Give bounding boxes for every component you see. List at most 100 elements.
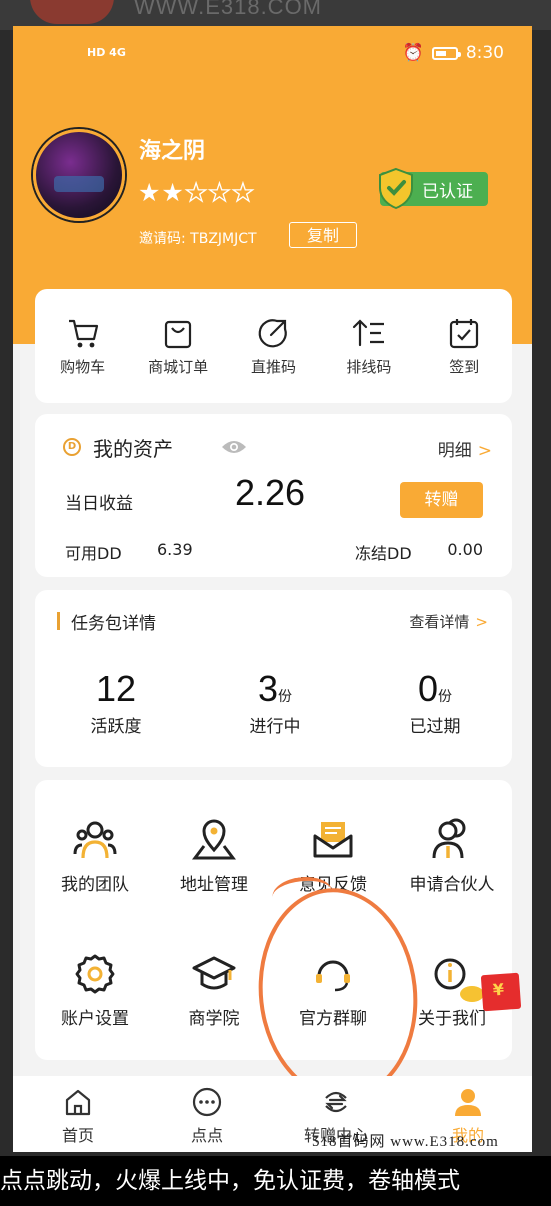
home-icon — [65, 1089, 91, 1116]
assets-detail-link[interactable]: 明细 > — [438, 436, 492, 461]
stat-activity: 12 活跃度 — [56, 668, 176, 737]
tab-label: 首页 — [61, 1126, 94, 1145]
quick-action-label: 直推码 — [250, 358, 296, 376]
transfer-button[interactable]: 转赠 — [400, 482, 483, 518]
detail-label: 明细 — [437, 441, 472, 461]
star-filled-icon: ★ — [138, 178, 162, 207]
tasks-title: 任务包详情 — [71, 614, 156, 634]
tab-home[interactable]: 首页 — [33, 1086, 123, 1146]
stat-value: 3 — [257, 668, 279, 709]
assets-title: 我的资产 — [93, 437, 173, 461]
exchange-icon — [325, 1091, 347, 1113]
dd-coin-icon: D — [63, 438, 81, 456]
chevron-right-icon: > — [477, 441, 492, 461]
quick-action-cart[interactable]: 购物车 — [38, 315, 128, 377]
star-empty-icon: ★ — [184, 177, 209, 207]
mail-icon — [313, 822, 353, 858]
status-bar: HD 4G ⏰ 8:30 — [13, 26, 532, 84]
quick-action-line-code[interactable]: 排线码 — [324, 315, 414, 377]
quick-action-label: 签到 — [449, 358, 480, 376]
stat-expired: 0份 已过期 — [375, 668, 495, 737]
tab-diandian[interactable]: 点点 — [162, 1086, 252, 1146]
service-account-settings[interactable]: 账户设置 — [35, 950, 155, 1029]
tasks-card: 任务包详情 查看详情 > 12 活跃度 3份 进行中 0份 已过期 — [35, 590, 512, 767]
graduation-cap-icon — [192, 956, 236, 990]
settings-gear-icon — [75, 954, 115, 994]
watermark-top: WWW.E318.COM — [134, 0, 323, 19]
service-label: 申请合伙人 — [409, 875, 495, 895]
service-label: 地址管理 — [180, 875, 248, 895]
shopping-bag-icon — [164, 320, 192, 349]
quick-action-label: 排线码 — [346, 358, 392, 376]
stat-label: 已过期 — [409, 717, 461, 737]
service-feedback[interactable]: 意见反馈 — [273, 816, 393, 895]
service-business-school[interactable]: 商学院 — [154, 950, 274, 1029]
service-my-team[interactable]: 我的团队 — [35, 816, 155, 895]
shield-check-icon — [379, 167, 413, 210]
eye-icon[interactable] — [221, 439, 247, 455]
quick-action-label: 购物车 — [60, 358, 106, 376]
location-pin-icon — [192, 819, 236, 860]
section-accent-bar — [57, 612, 60, 630]
cart-icon — [68, 319, 98, 348]
battery-icon — [431, 46, 461, 60]
watermark-bottom: 518首码网 www.E318.com — [312, 1134, 499, 1150]
stat-label: 进行中 — [249, 717, 301, 737]
partner-icon — [432, 818, 466, 859]
service-label: 商学院 — [188, 1009, 240, 1029]
clock: 8:30 — [465, 43, 504, 63]
rating-stars: ★★★★★ — [138, 177, 256, 207]
backdrop-logo — [30, 0, 114, 24]
alarm-icon: ⏰ — [402, 43, 424, 63]
team-icon — [73, 821, 117, 859]
stat-value: 12 — [95, 668, 137, 709]
quick-action-check-in[interactable]: 签到 — [419, 315, 509, 377]
dots-circle-icon — [192, 1087, 222, 1117]
today-earnings-label: 当日收益 — [65, 494, 133, 514]
gold-coin-decoration — [460, 986, 484, 1002]
tasks-detail-link[interactable]: 查看详情 > — [409, 611, 488, 632]
arrow-up-right-circle-icon — [259, 319, 288, 348]
phone-screen: HD 4G ⏰ 8:30 海之阴 ★★★★★ 已认证 邀请码: TBZJMJCT… — [13, 26, 532, 1152]
star-empty-icon: ★ — [231, 177, 256, 207]
star-filled-icon: ★ — [161, 178, 185, 207]
quick-action-referral-code[interactable]: 直推码 — [228, 315, 318, 377]
invite-code: 邀请码: TBZJMJCT — [139, 231, 257, 247]
quick-action-orders[interactable]: 商城订单 — [133, 315, 223, 377]
available-dd-label: 可用DD — [65, 544, 122, 563]
user-icon — [455, 1089, 481, 1116]
copy-button[interactable]: 复制 — [289, 222, 357, 248]
service-label: 官方群聊 — [299, 1009, 367, 1029]
stat-unit: 份 — [278, 689, 293, 705]
caption-bar: 点点跳动，火爆上线中，免认证费，卷轴模式 — [0, 1156, 551, 1206]
service-address[interactable]: 地址管理 — [154, 816, 274, 895]
service-label: 我的团队 — [61, 875, 129, 895]
quick-action-label: 商城订单 — [148, 358, 209, 376]
stat-in-progress: 3份 进行中 — [215, 668, 335, 737]
stat-label: 活跃度 — [90, 717, 142, 737]
tab-label: 点点 — [190, 1126, 223, 1145]
assets-card: D 我的资产 明细 > 当日收益 2.26 转赠 可用DD 6.39 冻结DD 0… — [35, 414, 512, 577]
service-label: 意见反馈 — [299, 875, 367, 895]
available-dd-value: 6.39 — [157, 540, 193, 559]
username: 海之阴 — [139, 139, 206, 164]
stat-unit: 份 — [438, 689, 453, 705]
quick-actions-card: 购物车 商城订单 直推码 排线码 签到 — [35, 289, 512, 403]
today-earnings-value: 2.26 — [235, 472, 306, 513]
more-label: 查看详情 — [409, 613, 470, 631]
verified-badge: 已认证 — [379, 167, 488, 210]
avatar[interactable] — [33, 129, 125, 221]
service-label: 账户设置 — [61, 1009, 129, 1029]
calendar-check-icon — [450, 319, 479, 349]
chevron-right-icon: > — [475, 613, 488, 631]
services-card: 我的团队 地址管理 意见反馈 申请合伙人 账户设置 商学院 官方群聊 关于我们 — [35, 780, 512, 1060]
headset-icon — [316, 960, 350, 992]
red-packet-icon[interactable] — [480, 972, 522, 1012]
star-empty-icon: ★ — [208, 177, 232, 207]
service-apply-partner[interactable]: 申请合伙人 — [392, 816, 512, 895]
verified-label: 已认证 — [422, 181, 473, 202]
service-official-group-chat[interactable]: 官方群聊 — [273, 950, 393, 1029]
frozen-dd-value: 0.00 — [447, 540, 483, 559]
frozen-dd-label: 冻结DD — [355, 544, 412, 563]
network-indicator: HD 4G — [87, 46, 126, 59]
